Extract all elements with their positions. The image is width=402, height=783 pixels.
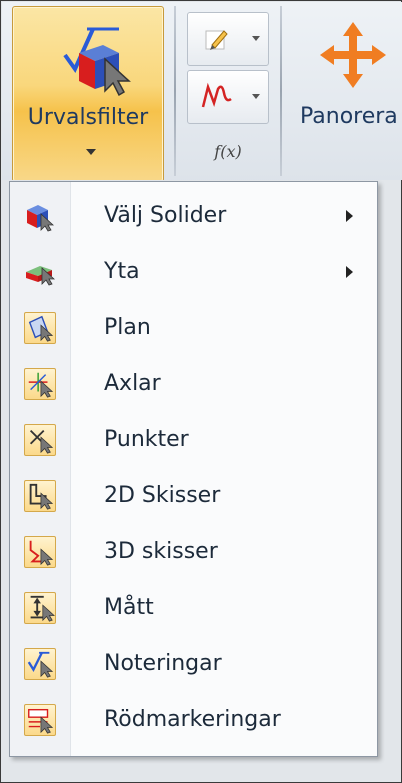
- menu-item-label: Noteringar: [104, 651, 222, 676]
- menu-item-label: Välj Solider: [104, 203, 227, 228]
- selection-filter-button[interactable]: Urvalsfilter: [12, 6, 164, 180]
- plane-icon: [24, 312, 56, 344]
- menu-item-label: Rödmarkeringar: [104, 707, 281, 732]
- 2d-sketch-icon: [24, 480, 56, 512]
- menu-item-3d-sketches[interactable]: 3D skisser: [10, 524, 377, 580]
- ribbon-separator: [280, 6, 282, 176]
- menu-item-2d-sketches[interactable]: 2D Skisser: [10, 468, 377, 524]
- markup-icon: [24, 704, 56, 736]
- menu-item-annotations[interactable]: Noteringar: [10, 636, 377, 692]
- menu-item-select-solids[interactable]: Välj Solider: [10, 188, 377, 244]
- menu-item-label: 3D skisser: [104, 539, 218, 564]
- ribbon: Urvalsfilter f(x) Panorera: [2, 2, 402, 180]
- menu-item-plane[interactable]: Plan: [10, 300, 377, 356]
- function-curve-icon: [201, 82, 232, 108]
- pan-label: Panorera: [300, 104, 398, 129]
- 3d-sketch-icon: [24, 536, 56, 568]
- dropdown-arrow-icon: [252, 94, 260, 99]
- menu-item-axes[interactable]: Axlar: [10, 356, 377, 412]
- selection-filter-menu: Välj Solider Yta Plan Axlar Punkter 2D S…: [9, 181, 378, 757]
- pencil-sketch-icon: [205, 30, 228, 50]
- function-group-label: f(x): [214, 142, 242, 161]
- point-icon: [24, 424, 56, 456]
- menu-item-points[interactable]: Punkter: [10, 412, 377, 468]
- axis-icon: [24, 368, 56, 400]
- function-button[interactable]: [187, 70, 269, 124]
- menu-item-label: Axlar: [104, 371, 161, 396]
- selection-filter-icon: [63, 27, 131, 97]
- submenu-arrow-icon: [346, 266, 353, 278]
- pan-button[interactable]: Panorera: [294, 14, 402, 164]
- dimension-icon: [24, 592, 56, 624]
- menu-item-label: Mått: [104, 595, 154, 620]
- pan-move-icon: [320, 22, 386, 88]
- chevron-down-icon: [86, 149, 96, 155]
- annotation-icon: [24, 648, 56, 680]
- menu-item-markups[interactable]: Rödmarkeringar: [10, 692, 377, 748]
- menu-item-label: Yta: [104, 259, 140, 284]
- window-frame: Urvalsfilter f(x) Panorera Välj Solider …: [0, 0, 402, 783]
- menu-item-surface[interactable]: Yta: [10, 244, 377, 300]
- surface-select-icon: [26, 266, 56, 286]
- dropdown-arrow-icon: [252, 36, 260, 41]
- ribbon-separator: [174, 6, 176, 176]
- menu-item-dimensions[interactable]: Mått: [10, 580, 377, 636]
- menu-item-label: Plan: [104, 315, 151, 340]
- solid-select-icon: [27, 205, 55, 232]
- submenu-arrow-icon: [346, 210, 353, 222]
- menu-item-label: 2D Skisser: [104, 483, 221, 508]
- selection-filter-label: Urvalsfilter: [27, 105, 149, 130]
- sketch-button[interactable]: [187, 12, 269, 66]
- menu-item-label: Punkter: [104, 427, 189, 452]
